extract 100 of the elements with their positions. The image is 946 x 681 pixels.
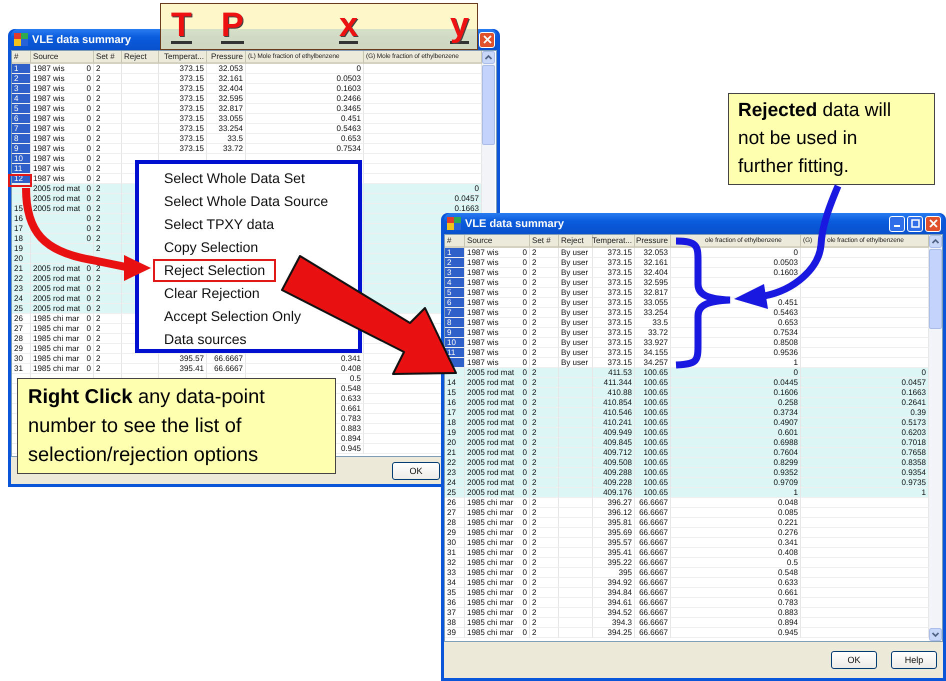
row-number[interactable]: 15	[12, 204, 30, 213]
row-number[interactable]: 30	[445, 538, 464, 547]
row-number[interactable]: 5	[445, 288, 464, 297]
row-number[interactable]: 28	[445, 518, 464, 527]
row-number[interactable]: 16	[445, 398, 464, 407]
row-number[interactable]: 26	[12, 314, 30, 323]
row-number[interactable]: 27	[12, 324, 30, 333]
row-number[interactable]: 33	[445, 568, 464, 577]
row-number[interactable]: 1	[445, 248, 464, 257]
row-number[interactable]: 22	[445, 458, 464, 467]
table-cell: 2	[532, 378, 536, 387]
row-number[interactable]: 32	[445, 558, 464, 567]
row-number[interactable]: 19	[12, 244, 30, 253]
row-number[interactable]: 4	[445, 278, 464, 287]
row-number[interactable]: 3	[12, 84, 30, 93]
maximize-button[interactable]	[907, 216, 923, 232]
row-number[interactable]: 39	[445, 628, 464, 637]
row-number[interactable]: 21	[12, 264, 30, 273]
row-number[interactable]: 25	[12, 304, 30, 313]
menu-item[interactable]: Clear Rejection	[153, 282, 271, 305]
row-number[interactable]: 25	[445, 488, 464, 497]
row-number[interactable]: 3	[445, 268, 464, 277]
row-number[interactable]: 11	[12, 164, 30, 173]
row-number[interactable]: 14	[445, 378, 464, 387]
row-number[interactable]: 30	[12, 354, 30, 363]
row-number[interactable]: 23	[445, 468, 464, 477]
row-number[interactable]: 9	[12, 144, 30, 153]
row-number[interactable]: 18	[445, 418, 464, 427]
menu-item[interactable]: Select TPXY data	[153, 213, 285, 236]
row-number[interactable]: 16	[12, 214, 30, 223]
row-number[interactable]: 29	[445, 528, 464, 537]
table-cell: 0	[522, 298, 527, 307]
table-cell: 373.15	[608, 348, 632, 357]
table-cell: 409.176	[603, 488, 632, 497]
row-number[interactable]: 37	[445, 608, 464, 617]
row-number[interactable]: 38	[445, 618, 464, 627]
row-number[interactable]: 10	[445, 338, 464, 347]
row-number[interactable]: 28	[12, 334, 30, 343]
row-number[interactable]: 35	[445, 588, 464, 597]
row-number[interactable]: 36	[445, 598, 464, 607]
table-cell: 2	[532, 598, 536, 607]
scroll-up-icon[interactable]	[929, 235, 942, 248]
row-number[interactable]: 18	[12, 234, 30, 243]
row-number[interactable]: 27	[445, 508, 464, 517]
row-number[interactable]: 22	[12, 274, 30, 283]
row-number[interactable]: 2	[445, 258, 464, 267]
row-number[interactable]: 8	[12, 134, 30, 143]
row-number[interactable]: 24	[12, 294, 30, 303]
menu-item[interactable]: Copy Selection	[153, 236, 270, 259]
row-number[interactable]: 20	[445, 438, 464, 447]
row-number[interactable]: 17	[12, 224, 30, 233]
row-number[interactable]: 5	[12, 104, 30, 113]
scroll-thumb[interactable]	[929, 249, 942, 329]
row-number[interactable]: 21	[445, 448, 464, 457]
row-number[interactable]: 26	[445, 498, 464, 507]
table-cell: 1985 chi mar	[467, 608, 514, 617]
table-cell: 0.883	[340, 424, 361, 433]
scroll-thumb[interactable]	[482, 65, 495, 145]
row-number[interactable]: 7	[12, 124, 30, 133]
table-cell: 0.5463	[336, 124, 361, 133]
row-number[interactable]: 29	[12, 344, 30, 353]
table-cell: 2	[532, 478, 536, 487]
row-number[interactable]: 20	[12, 254, 30, 263]
row-number[interactable]: 24	[445, 478, 464, 487]
column-header[interactable]: #	[447, 235, 452, 246]
menu-item[interactable]: Accept Selection Only	[153, 305, 312, 328]
row-number[interactable]: 10	[12, 154, 30, 163]
dialog-button[interactable]: OK	[392, 462, 440, 480]
row-number[interactable]: 17	[445, 408, 464, 417]
dialog-button[interactable]: OK	[831, 651, 877, 669]
table-cell: 0	[522, 608, 527, 617]
table-cell: 1987 wis	[467, 358, 499, 367]
menu-item[interactable]: Data sources	[153, 328, 258, 351]
row-number[interactable]: 15	[445, 388, 464, 397]
row-number[interactable]: 34	[445, 578, 464, 587]
row-number[interactable]: 2	[12, 74, 30, 83]
row-number[interactable]: 31	[12, 364, 30, 373]
table-cell: 373.15	[180, 114, 204, 123]
row-number[interactable]: 6	[445, 298, 464, 307]
menu-item[interactable]: Reject Selection	[153, 259, 276, 282]
menu-item[interactable]: Select Whole Data Set	[153, 167, 316, 190]
table-cell: 1987 wis	[33, 174, 65, 183]
row-number[interactable]: 19	[445, 428, 464, 437]
row-number[interactable]: 9	[445, 328, 464, 337]
close-button[interactable]	[479, 32, 495, 48]
scrollbar[interactable]	[929, 235, 942, 641]
dialog-button[interactable]: Help	[891, 651, 937, 669]
scroll-up-icon[interactable]	[482, 51, 495, 64]
table-cell: 33.055	[644, 298, 668, 307]
scroll-down-icon[interactable]	[929, 628, 942, 641]
row-number[interactable]: 23	[12, 284, 30, 293]
menu-item[interactable]: Select Whole Data Source	[153, 190, 340, 213]
minimize-button[interactable]	[889, 216, 905, 232]
row-number[interactable]: 1	[12, 64, 30, 73]
row-number[interactable]: 6	[12, 114, 30, 123]
row-number[interactable]: 8	[445, 318, 464, 327]
close-button[interactable]	[925, 216, 941, 232]
row-number[interactable]: 31	[445, 548, 464, 557]
row-number[interactable]: 7	[445, 308, 464, 317]
row-number[interactable]: 4	[12, 94, 30, 103]
